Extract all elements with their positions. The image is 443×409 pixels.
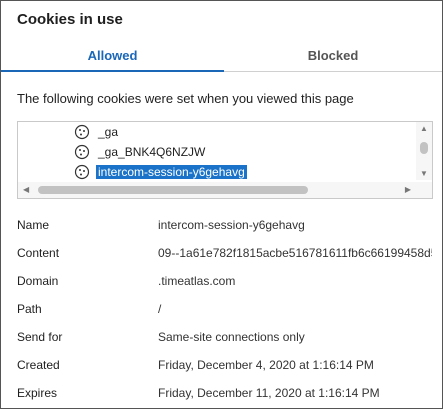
intro-text: The following cookies were set when you … xyxy=(17,91,354,106)
detail-value: intercom-session-y6gehavg xyxy=(158,218,305,232)
vertical-scroll-thumb[interactable] xyxy=(420,142,428,154)
horizontal-scroll-thumb[interactable] xyxy=(38,186,308,194)
dialog-title: Cookies in use xyxy=(17,11,123,28)
detail-value: Friday, December 11, 2020 at 1:16:14 PM xyxy=(158,386,380,400)
tree-item-ga[interactable]: _ga xyxy=(74,122,120,140)
detail-row-name: Name intercom-session-y6gehavg xyxy=(17,215,437,235)
tree-item-label: _ga_BNK4Q6NZJW xyxy=(98,144,206,159)
detail-value: .timeatlas.com xyxy=(158,274,236,288)
detail-value: / xyxy=(158,302,162,316)
scroll-right-icon[interactable]: ▶ xyxy=(405,185,411,194)
tab-bar: Allowed Blocked xyxy=(1,41,442,72)
scroll-down-icon[interactable]: ▼ xyxy=(420,169,428,178)
detail-row-path: Path / xyxy=(17,299,437,319)
cookie-icon xyxy=(74,144,90,159)
tree-item-ga-bnk4q6nzjw[interactable]: _ga_BNK4Q6NZJW xyxy=(74,142,207,160)
cookie-icon xyxy=(74,164,90,179)
detail-label: Name xyxy=(17,218,50,232)
detail-label: Domain xyxy=(17,274,59,288)
detail-value: 09--1a61e782f1815acbe516781611fb6c661994… xyxy=(158,246,432,260)
cookies-dialog: Cookies in use Allowed Blocked The follo… xyxy=(0,0,443,409)
scroll-up-icon[interactable]: ▲ xyxy=(420,124,428,133)
detail-label: Expires xyxy=(17,386,58,400)
detail-row-send-for: Send for Same-site connections only xyxy=(17,327,437,347)
detail-label: Path xyxy=(17,302,42,316)
detail-row-expires: Expires Friday, December 11, 2020 at 1:1… xyxy=(17,383,437,403)
tree-item-label: _ga xyxy=(98,124,119,139)
scroll-left-icon[interactable]: ◀ xyxy=(23,185,29,194)
tab-allowed[interactable]: Allowed xyxy=(1,41,224,72)
tree-item-intercom-session[interactable]: intercom-session-y6gehavg xyxy=(74,162,247,180)
detail-label: Created xyxy=(17,358,60,372)
detail-row-domain: Domain .timeatlas.com xyxy=(17,271,437,291)
cookie-icon xyxy=(74,124,90,139)
horizontal-scrollbar[interactable]: ◀ ▶ xyxy=(18,182,432,198)
detail-label: Content xyxy=(17,246,60,260)
vertical-scrollbar[interactable]: ▲ ▼ xyxy=(416,122,432,180)
detail-row-created: Created Friday, December 4, 2020 at 1:16… xyxy=(17,355,437,375)
detail-label: Send for xyxy=(17,330,63,344)
detail-row-content: Content 09--1a61e782f1815acbe516781611fb… xyxy=(17,243,437,263)
tab-blocked[interactable]: Blocked xyxy=(224,41,442,71)
detail-value: Friday, December 4, 2020 at 1:16:14 PM xyxy=(158,358,374,372)
detail-value: Same-site connections only xyxy=(158,330,305,344)
cookie-tree[interactable]: _ga _ga_BNK4Q6NZJW intercom-session-y6ge… xyxy=(17,121,433,199)
tree-item-label: intercom-session-y6gehavg xyxy=(96,164,247,179)
